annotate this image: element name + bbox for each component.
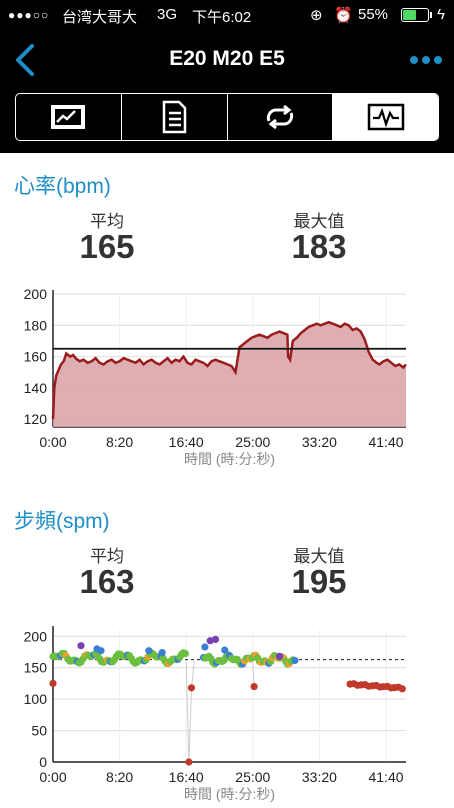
cadence-point (250, 683, 258, 691)
tab-repeat[interactable] (228, 94, 334, 140)
rotation-lock-icon: ⊕ (310, 7, 323, 24)
cadence-point (275, 652, 284, 660)
cadence-point (291, 656, 299, 665)
y-tick-label: 200 (24, 628, 48, 644)
x-tick-label: 16:40 (169, 769, 204, 785)
x-tick-label: 8:20 (106, 434, 133, 450)
summary-chart-icon (51, 105, 86, 129)
hr-avg-value: 165 (79, 228, 135, 265)
hr-max-value: 183 (291, 228, 347, 265)
cadence-point (185, 758, 193, 766)
cadence-dropout-line (185, 661, 195, 763)
y-tick-label: 50 (31, 723, 47, 739)
ellipsis-icon (410, 56, 442, 64)
cadence-point (145, 647, 153, 655)
cadence-point (158, 649, 166, 657)
cadence-point (211, 635, 220, 643)
y-tick-label: 0 (39, 754, 47, 770)
battery-icon (401, 8, 432, 22)
tab-summary[interactable] (16, 94, 122, 140)
carrier-name: 台湾大哥大 (62, 9, 138, 26)
waveform-icon (367, 103, 404, 131)
cad-max-value: 195 (291, 563, 347, 600)
x-tick-label: 41:40 (368, 434, 403, 450)
heart-rate-title: 心率(bpm) (14, 175, 111, 198)
navigation-bar: E20 M20 E5 (0, 30, 454, 90)
x-tick-label: 8:20 (106, 769, 133, 785)
x-tick-label: 25:00 (235, 769, 270, 785)
x-tick-label: 25:00 (235, 434, 270, 450)
clock-time: 下午6:02 (192, 9, 252, 26)
y-tick-label: 120 (24, 411, 48, 427)
heart-rate-chart: 200 180 160 140 120 0:00 8:20 16:40 25:00 33:20 4… (24, 286, 407, 467)
charging-icon: ϟ (437, 6, 445, 23)
list-document-icon (162, 100, 187, 134)
cadence-point (187, 684, 196, 692)
alarm-icon: ⏰ (334, 7, 353, 24)
status-bar: ●●●○○ 台湾大哥大 3G 下午6:02 ⊕ ⏰ 55% ϟ (0, 0, 454, 30)
signal-strength-icon: ●●●○○ (8, 8, 50, 22)
y-tick-label: 150 (24, 660, 48, 676)
y-tick-label: 100 (24, 691, 48, 707)
cadence-point (201, 643, 209, 651)
repeat-icon (266, 104, 293, 130)
cadence-point (398, 685, 406, 693)
tab-laps[interactable] (122, 94, 228, 140)
x-tick-label: 33:20 (302, 769, 337, 785)
more-button[interactable] (406, 46, 446, 74)
cad-avg-value: 163 (79, 563, 135, 600)
segmented-control (15, 93, 439, 141)
y-tick-label: 140 (24, 380, 48, 396)
x-tick-label: 0:00 (39, 434, 66, 450)
network-type: 3G (157, 6, 178, 23)
cadence-point (181, 650, 189, 658)
cadence-chart: 200 150 100 50 0 0:00 8:20 16:40 25:00 33:20 41:4… (24, 626, 406, 802)
hr-x-axis-label: 時間 (時:分:秒) (184, 451, 275, 467)
y-tick-label: 180 (24, 317, 48, 333)
tab-charts[interactable] (333, 94, 438, 140)
x-tick-label: 41:40 (368, 769, 403, 785)
x-tick-label: 33:20 (302, 434, 337, 450)
cadence-point (97, 647, 105, 655)
cadence-title: 步頻(spm) (14, 510, 110, 533)
workout-title: E20 M20 E5 (169, 47, 285, 70)
x-tick-label: 16:40 (169, 434, 204, 450)
cadence-point (49, 679, 57, 687)
y-tick-label: 200 (24, 286, 48, 302)
hr-area-fill (53, 322, 406, 427)
cadence-point (77, 642, 85, 650)
tab-bar (0, 90, 454, 153)
battery-percent: 55% (358, 6, 389, 23)
y-tick-label: 160 (24, 349, 48, 365)
cadence-point (221, 646, 229, 654)
cadence-x-axis-label: 時間 (時:分:秒) (184, 786, 275, 802)
x-tick-label: 0:00 (39, 769, 66, 785)
